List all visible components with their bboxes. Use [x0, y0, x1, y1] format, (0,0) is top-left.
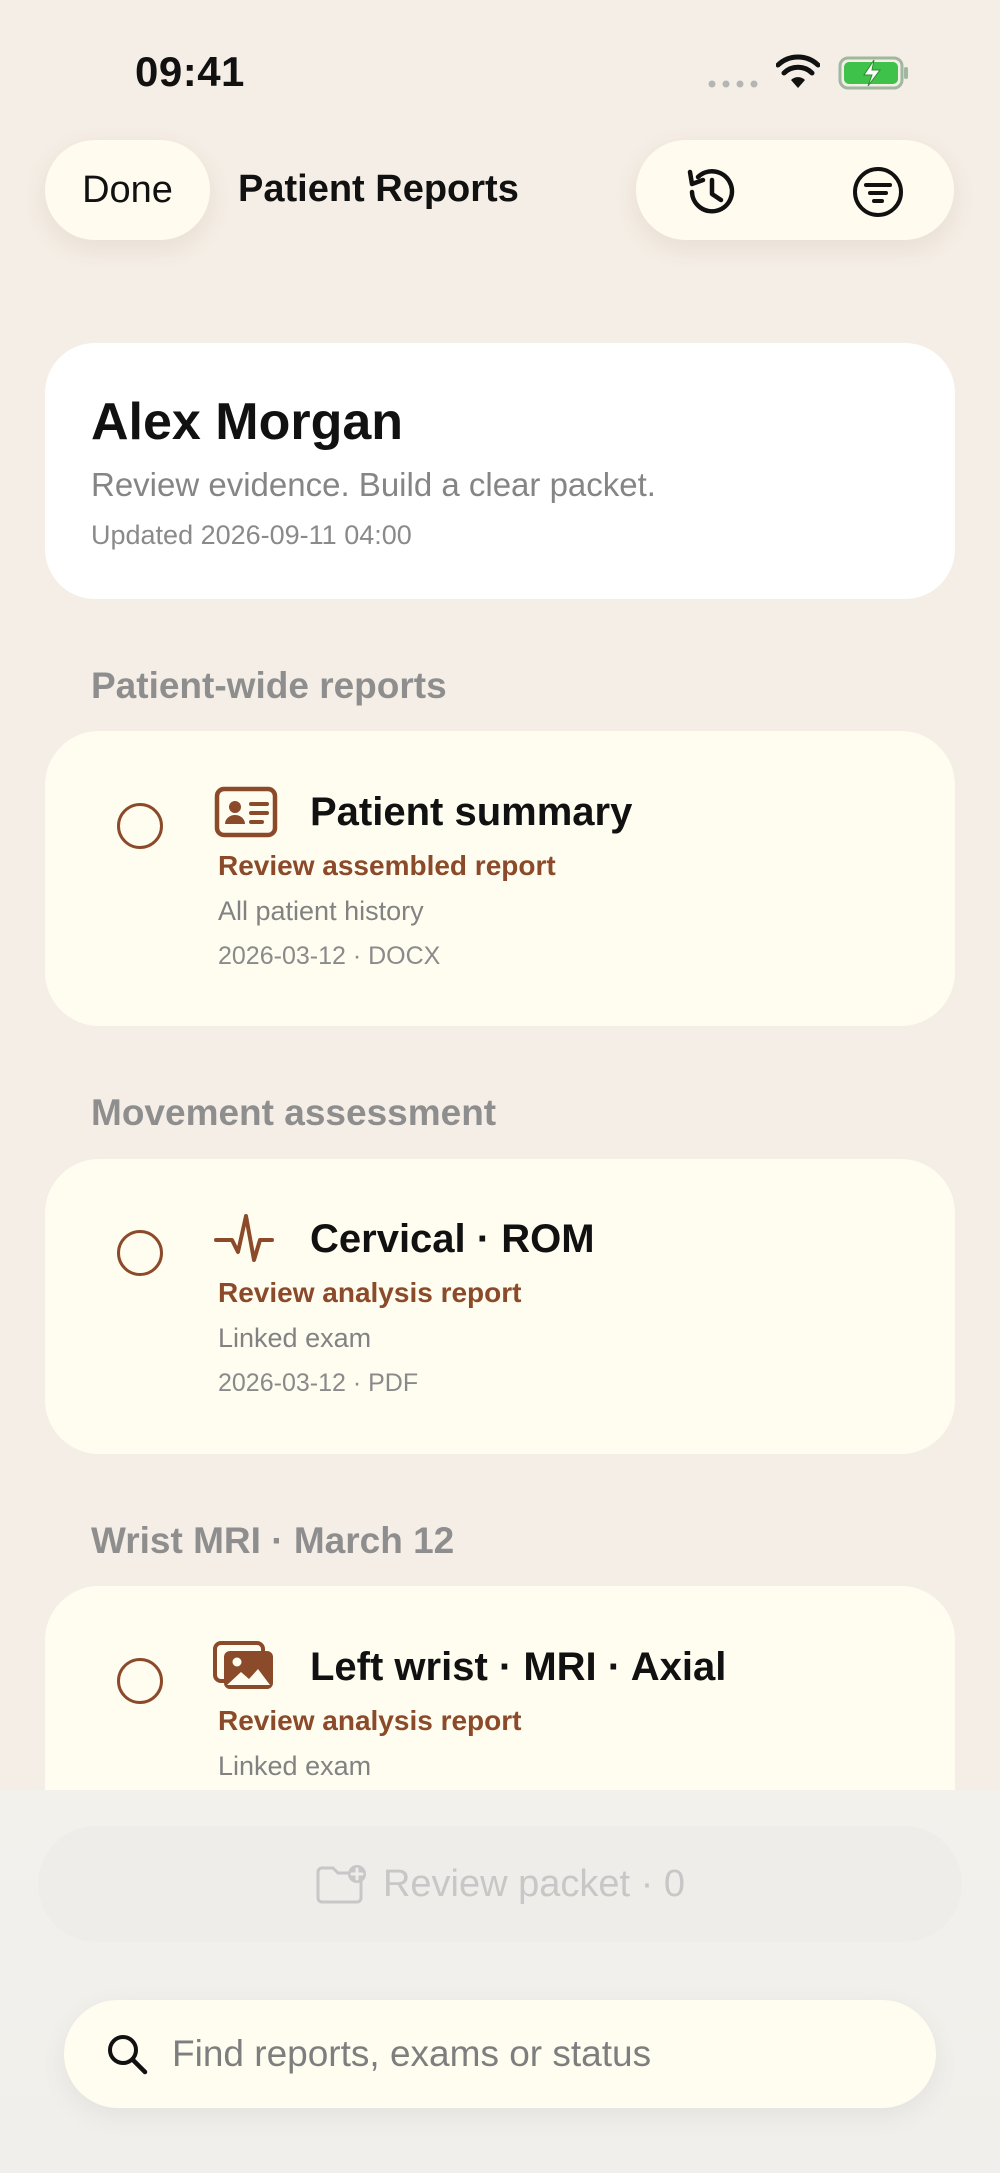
review-packet-button[interactable]: Review packet · 0 [38, 1826, 962, 1942]
report-title: Left wrist · MRI · Axial [310, 1645, 727, 1689]
report-meta: 2026-03-12 · PDF [218, 1369, 419, 1397]
patient-tagline: Review evidence. Build a clear packet. [91, 466, 656, 503]
patient-name: Alex Morgan [91, 393, 404, 451]
select-radio[interactable] [117, 1230, 163, 1276]
report-scope: Linked exam [218, 1751, 372, 1781]
battery-charging-icon [838, 56, 908, 90]
section-title: Wrist MRI · March 12 [91, 1520, 455, 1561]
search-bar[interactable] [64, 2000, 936, 2108]
report-title: Patient summary [310, 790, 633, 834]
image-stack-icon [213, 1641, 273, 1689]
select-radio[interactable] [117, 1658, 163, 1704]
report-action-link[interactable]: Review analysis report [218, 1277, 521, 1309]
folder-add-icon [316, 1865, 366, 1904]
review-packet-label: Review packet · 0 [382, 1862, 685, 1905]
filter-icon[interactable] [852, 166, 904, 218]
done-button[interactable]: Done [45, 140, 210, 240]
report-scope: All patient history [218, 896, 424, 926]
report-action-link[interactable]: Review analysis report [218, 1705, 521, 1737]
report-meta: 2026-03-12 · DOCX [218, 942, 441, 970]
wifi-icon [776, 54, 820, 88]
status-time: 09:41 [135, 48, 245, 95]
select-radio[interactable] [117, 803, 163, 849]
patient-updated-timestamp: Updated 2026-09-11 04:00 [91, 520, 412, 550]
section-title: Movement assessment [91, 1092, 497, 1133]
report-action-link[interactable]: Review assembled report [218, 850, 556, 882]
waveform-icon [214, 1214, 274, 1262]
id-card-icon [214, 786, 278, 838]
section-title: Patient-wide reports [91, 665, 447, 706]
search-input[interactable] [170, 2032, 874, 2076]
report-title: Cervical · ROM [310, 1217, 595, 1261]
report-scope: Linked exam [218, 1323, 372, 1353]
search-icon [108, 2035, 148, 2075]
page-title: Patient Reports [238, 168, 519, 210]
history-icon[interactable] [682, 164, 738, 220]
cellular-signal-icon [708, 80, 758, 88]
